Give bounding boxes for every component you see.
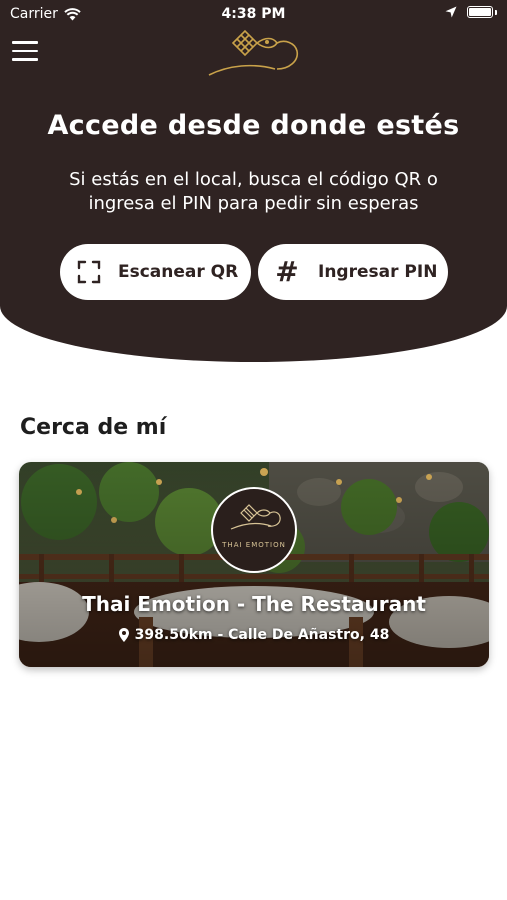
qr-scan-icon — [76, 259, 102, 285]
restaurant-card[interactable]: THAI EMOTION Thai Emotion - The Restaura… — [19, 462, 489, 667]
restaurant-distance-address: 398.50km - Calle De Añastro, 48 — [134, 627, 390, 643]
restaurant-address-row: 398.50km - Calle De Añastro, 48 — [19, 627, 489, 643]
menu-icon[interactable] — [12, 41, 38, 63]
restaurant-logo: THAI EMOTION — [211, 487, 297, 573]
hero-subtitle: Si estás en el local, busca el código QR… — [69, 169, 438, 214]
enter-pin-button[interactable]: # Ingresar PIN — [258, 244, 448, 300]
status-right-icons — [445, 6, 497, 18]
scan-qr-button[interactable]: Escanear QR — [60, 244, 251, 300]
status-time: 4:38 PM — [221, 6, 286, 22]
nearby-section-title: Cerca de mí — [20, 415, 167, 440]
battery-icon — [467, 6, 493, 18]
hero-title: Accede desde donde estés — [47, 110, 460, 141]
scan-qr-label: Escanear QR — [118, 262, 239, 282]
restaurant-logo-mark — [230, 504, 281, 530]
hash-icon: # — [275, 255, 299, 288]
restaurant-name: Thai Emotion - The Restaurant — [82, 592, 426, 616]
header-banner: Carrier 4:38 PM Accede desde donde estés… — [0, 0, 507, 362]
restaurant-logo-text: THAI EMOTION — [222, 541, 286, 549]
enter-pin-label: Ingresar PIN — [318, 262, 438, 282]
map-pin-icon — [118, 628, 129, 642]
battery-tip — [495, 9, 497, 15]
location-arrow-icon — [445, 6, 457, 18]
thai-emotion-logo — [208, 29, 299, 76]
